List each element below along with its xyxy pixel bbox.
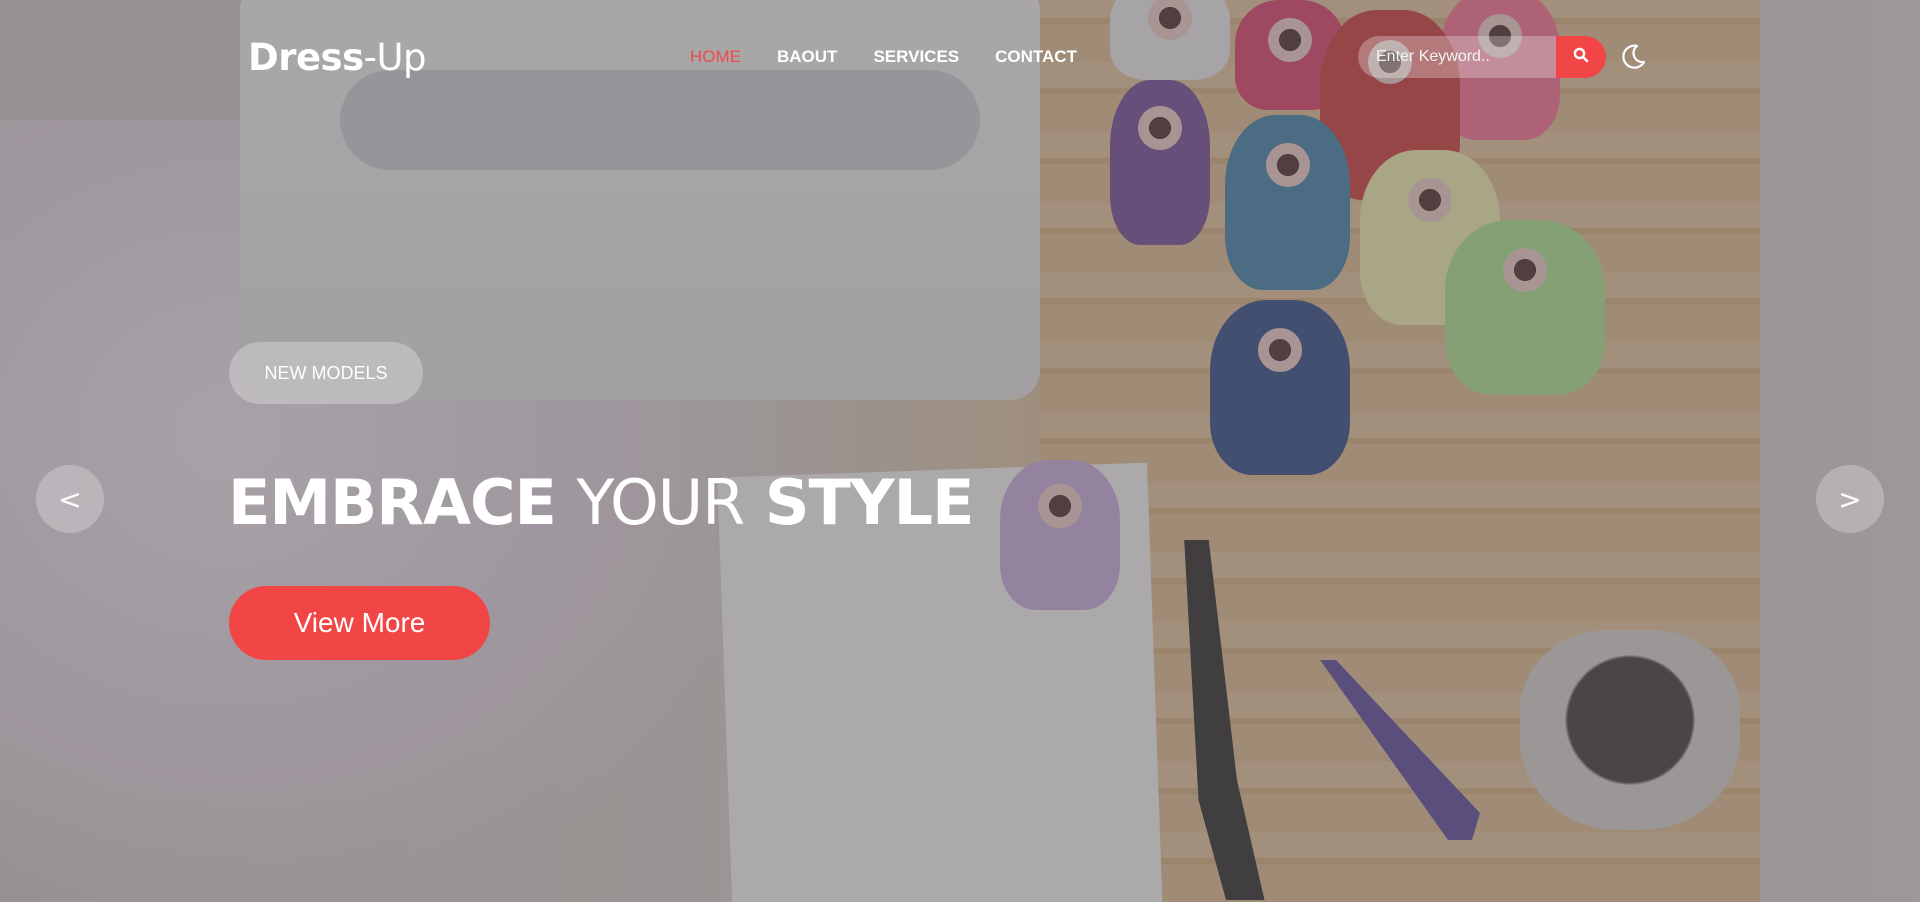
hero-background xyxy=(0,0,1920,902)
headline-word: EMBRACE xyxy=(228,466,557,539)
search-icon xyxy=(1573,47,1589,68)
main-nav: HOME BAOUT SERVICES CONTACT xyxy=(690,47,1113,67)
site-logo[interactable]: Dress-Up xyxy=(248,36,427,79)
search-button[interactable] xyxy=(1556,36,1606,78)
headline-word: STYLE xyxy=(764,466,975,539)
theme-toggle-button[interactable] xyxy=(1618,42,1648,72)
hero-headline: EMBRACE YOUR STYLE xyxy=(228,466,975,539)
carousel-next-button[interactable]: > xyxy=(1816,465,1884,533)
search-input[interactable] xyxy=(1358,36,1556,78)
carousel-prev-button[interactable]: < xyxy=(36,465,104,533)
logo-bold-text: Dress xyxy=(248,36,364,79)
dark-overlay xyxy=(0,0,1920,902)
nav-home[interactable]: HOME xyxy=(690,47,741,67)
nav-contact[interactable]: CONTACT xyxy=(995,47,1077,67)
headline-word: YOUR xyxy=(576,466,745,539)
view-more-button[interactable]: View More xyxy=(229,586,490,660)
logo-light-text: -Up xyxy=(363,36,427,79)
nav-about[interactable]: BAOUT xyxy=(777,47,837,67)
new-models-badge: NEW MODELS xyxy=(229,342,423,404)
moon-icon xyxy=(1618,44,1648,76)
nav-services[interactable]: SERVICES xyxy=(873,47,959,67)
search-bar xyxy=(1358,36,1608,78)
